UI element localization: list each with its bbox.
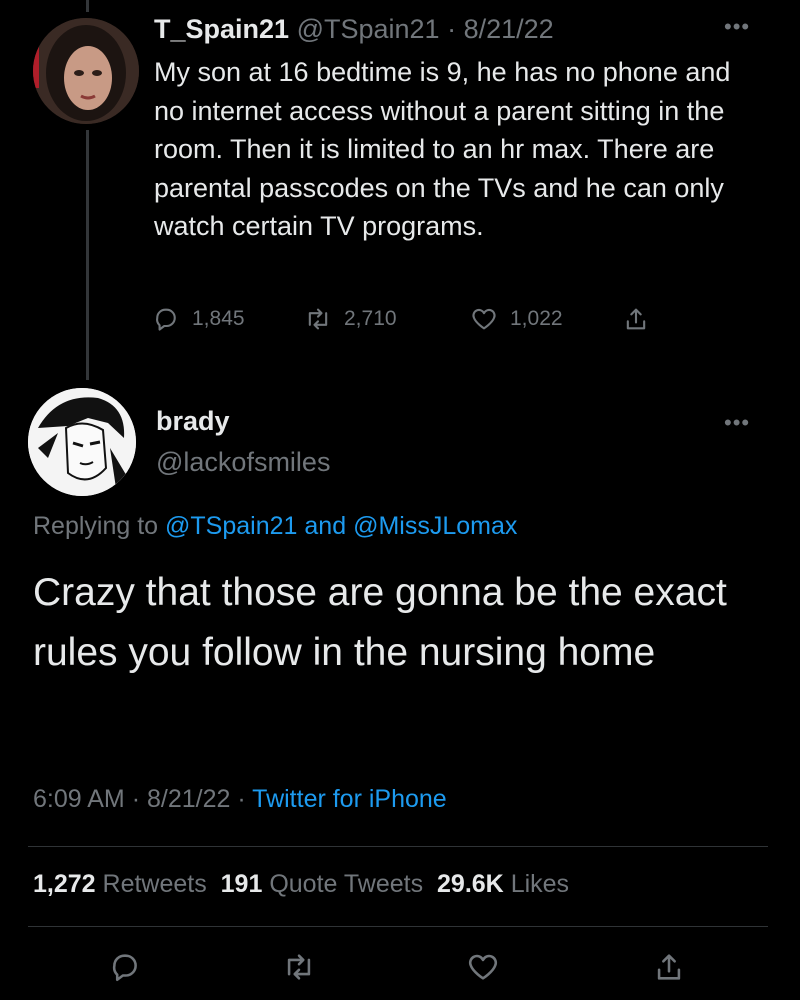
tweet1-display-name[interactable]: T_Spain21 bbox=[154, 14, 289, 44]
tweet1-body: My son at 16 bedtime is 9, he has no pho… bbox=[154, 57, 731, 241]
divider bbox=[28, 926, 768, 927]
replying-and[interactable]: and bbox=[304, 512, 346, 540]
tweet2-actions bbox=[0, 950, 800, 990]
tweet1-header: T_Spain21 @TSpain21 · 8/21/22 bbox=[154, 14, 554, 45]
likes-stat[interactable]: 29.6K Likes bbox=[437, 870, 569, 898]
tweet-source[interactable]: Twitter for iPhone bbox=[252, 785, 447, 813]
reply-icon[interactable] bbox=[108, 950, 142, 984]
mention-missjlomax[interactable]: @MissJLomax bbox=[353, 512, 517, 540]
tweet2-display-name[interactable]: brady bbox=[156, 406, 230, 437]
avatar-tspain21[interactable] bbox=[33, 18, 139, 124]
tweet-time[interactable]: 6:09 AM bbox=[33, 785, 125, 813]
tweet2-body: Crazy that those are gonna be the exact … bbox=[33, 571, 727, 674]
tweet1-separator: · bbox=[447, 14, 457, 44]
retweets-stat[interactable]: 1,272 Retweets bbox=[33, 870, 207, 898]
avatar-brady[interactable] bbox=[28, 388, 136, 496]
quote-tweets-stat[interactable]: 191 Quote Tweets bbox=[221, 870, 423, 898]
tweet-date[interactable]: 8/21/22 bbox=[147, 785, 230, 813]
reply-button[interactable]: 1,845 bbox=[152, 305, 245, 333]
tweet1-handle[interactable]: @TSpain21 bbox=[297, 14, 440, 44]
share-icon bbox=[626, 308, 646, 330]
retweet-count: 2,710 bbox=[344, 307, 397, 330]
timestamp-dot: · bbox=[131, 785, 141, 813]
divider bbox=[28, 846, 768, 847]
reply-count: 1,845 bbox=[192, 307, 245, 330]
reply-icon bbox=[156, 308, 176, 331]
mention-tspain21[interactable]: @TSpain21 bbox=[165, 512, 297, 540]
tweet1-actions: 1,845 2,710 1,022 bbox=[152, 305, 712, 341]
share-button[interactable] bbox=[622, 305, 662, 333]
tweet2-handle[interactable]: @lackofsmiles bbox=[156, 447, 330, 478]
more-icon[interactable]: ••• bbox=[724, 14, 750, 40]
thread-line bbox=[86, 130, 89, 380]
heart-icon bbox=[472, 308, 496, 330]
like-button[interactable]: 1,022 bbox=[470, 305, 563, 333]
tweet1-date[interactable]: 8/21/22 bbox=[464, 14, 554, 44]
retweet-icon bbox=[308, 308, 328, 330]
timestamp-dot: · bbox=[237, 785, 246, 813]
heart-icon[interactable] bbox=[466, 950, 500, 984]
more-icon[interactable]: ••• bbox=[724, 410, 750, 436]
replying-to: Replying to @TSpain21 and @MissJLomax bbox=[33, 512, 517, 541]
tweet-timestamp: 6:09 AM · 8/21/22 · Twitter for iPhone bbox=[33, 785, 447, 814]
like-count: 1,022 bbox=[510, 307, 563, 330]
thread-line-top bbox=[86, 0, 89, 12]
retweet-icon[interactable] bbox=[282, 950, 316, 984]
retweet-button[interactable]: 2,710 bbox=[304, 305, 397, 333]
tweet-stats: 1,272 Retweets 191 Quote Tweets 29.6K Li… bbox=[33, 870, 569, 899]
share-icon[interactable] bbox=[652, 950, 686, 984]
replying-prefix: Replying to bbox=[33, 512, 159, 540]
